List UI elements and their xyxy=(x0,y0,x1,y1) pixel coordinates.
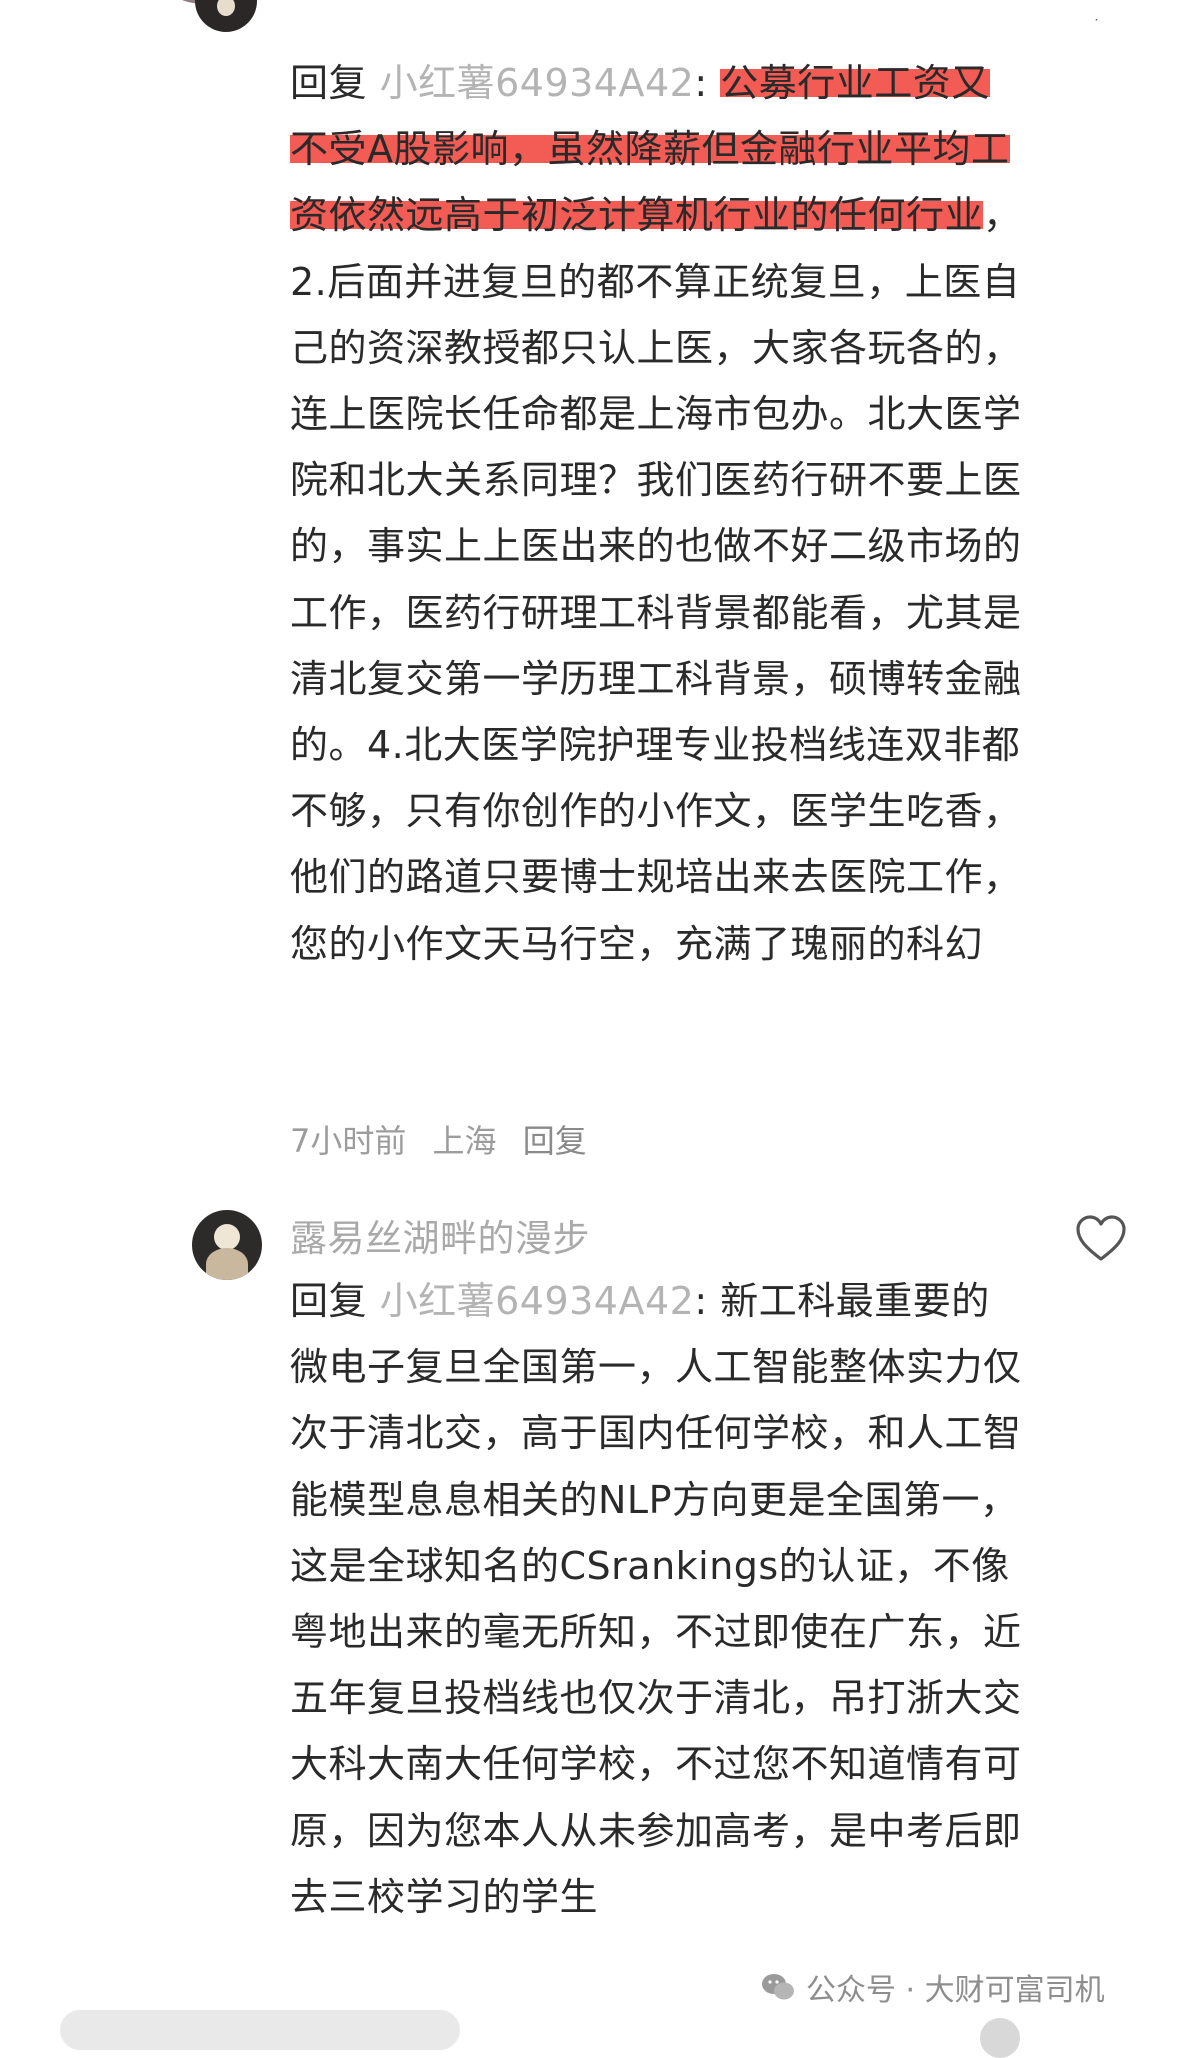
reply-label: 回复 xyxy=(290,1279,368,1323)
comment-text-rest: ，2.后面并进复旦的都不算正统复旦，上医自己的资深教授都只认上医，大家各玩各的，… xyxy=(290,193,1022,966)
avatar[interactable] xyxy=(192,1210,262,1280)
mention-colon: : xyxy=(694,61,721,105)
mention-username[interactable]: 小红薯64934A42 xyxy=(367,61,694,105)
comment-meta: 7小时前 上海 回复 xyxy=(290,1116,603,1162)
comment-text-rest: 新工科最重要的微电子复旦全国第一，人工智能整体实力仅次于清北交，高于国内任何学校… xyxy=(290,1279,1022,1919)
comment-body: 回复 小红薯64934A42: 公募行业工资又不受A股影响，虽然降薪但金融行业平… xyxy=(290,50,1025,977)
heart-icon[interactable] xyxy=(1075,1215,1127,1263)
mention-username[interactable]: 小红薯64934A42 xyxy=(367,1279,694,1323)
comment-body: 回复 小红薯64934A42: 新工科最重要的微电子复旦全国第一，人工智能整体实… xyxy=(290,1268,1025,1930)
comment-input-bar[interactable] xyxy=(60,2010,460,2050)
comment-username[interactable]: 露易丝湖畔的漫步 xyxy=(290,1208,590,1262)
watermark: 公众号 · 大财可富司机 xyxy=(760,1965,1105,2009)
more-icon[interactable]: ˙ xyxy=(1093,18,1107,34)
mention-colon: : xyxy=(694,1279,721,1323)
reply-avatar-fragment xyxy=(195,0,257,32)
bottom-action-icon[interactable] xyxy=(980,2018,1020,2058)
reply-button[interactable]: 回复 xyxy=(523,1122,587,1160)
wechat-icon xyxy=(762,1974,794,2000)
comment-location: 上海 xyxy=(432,1122,497,1160)
watermark-text: 公众号 · 大财可富司机 xyxy=(806,1973,1105,2008)
reply-label: 回复 xyxy=(290,61,368,105)
comment-time: 7小时前 xyxy=(290,1122,407,1160)
